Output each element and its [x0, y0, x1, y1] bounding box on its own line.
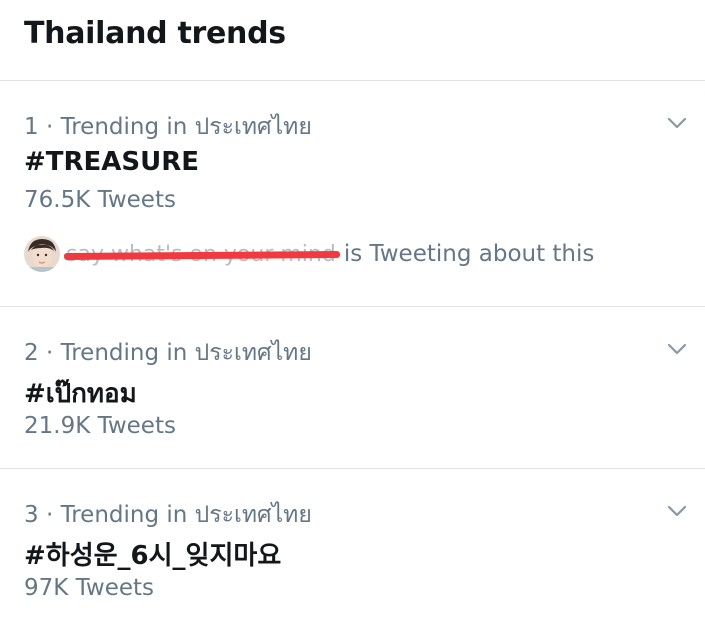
tweet-count: 21.9K Tweets: [24, 413, 176, 439]
trend-item-2[interactable]: 2 · Trending in ประเทศไทย #เป๊กทอม 21.9K…: [0, 307, 705, 468]
trends-panel: Thailand trends 1 · Trending in ประเทศไท…: [0, 0, 705, 623]
trend-topic[interactable]: #하성운_6시_잊지마요: [24, 535, 281, 572]
chevron-down-icon[interactable]: [665, 111, 689, 135]
trend-meta: 1 · Trending in ประเทศไทย: [24, 114, 312, 140]
chevron-down-icon[interactable]: [665, 337, 689, 361]
avatar[interactable]: [24, 236, 60, 272]
tweet-count: 76.5K Tweets: [24, 187, 176, 213]
tweet-count: 97K Tweets: [24, 575, 155, 601]
trend-context: say what's on your mind is Tweeting abou…: [24, 236, 594, 272]
trend-topic[interactable]: #เป๊กทอม: [24, 373, 137, 414]
trend-meta: 2 · Trending in ประเทศไทย: [24, 340, 312, 366]
trend-meta: 3 · Trending in ประเทศไทย: [24, 502, 312, 528]
redacted-username[interactable]: say what's on your mind: [66, 242, 336, 267]
trend-item-3[interactable]: 3 · Trending in ประเทศไทย #하성운_6시_잊지마요 9…: [0, 469, 705, 623]
trend-item-1[interactable]: 1 · Trending in ประเทศไทย #TREASURE 76.5…: [0, 81, 705, 306]
chevron-down-icon[interactable]: [665, 499, 689, 523]
context-text: is Tweeting about this: [343, 241, 595, 267]
page-title: Thailand trends: [24, 16, 286, 51]
trend-topic[interactable]: #TREASURE: [24, 147, 199, 177]
